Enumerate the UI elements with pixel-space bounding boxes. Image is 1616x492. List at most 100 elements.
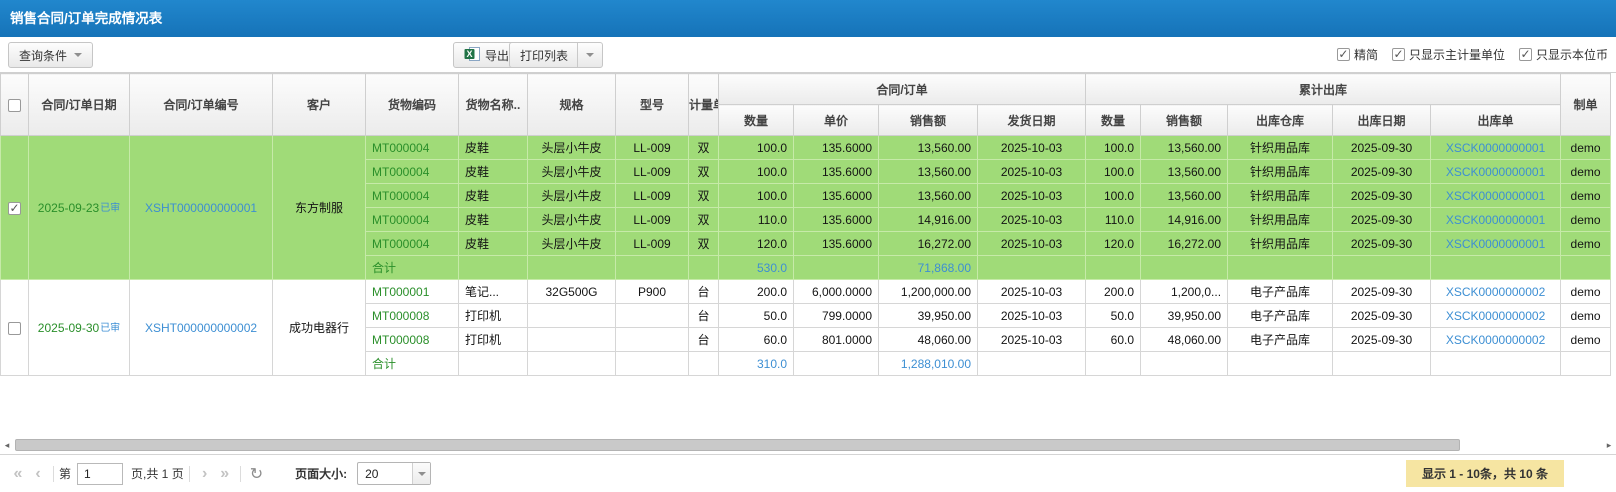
toolbar: 查询条件 X 导出 打印列表 ✓ 精简 ✓ 只显示主计量单位 ✓ 只显示本位币 [0, 37, 1616, 72]
cell-out-order[interactable]: XSCK0000000001 [1431, 184, 1561, 208]
cell-warehouse: 针织用品库 [1228, 160, 1333, 184]
page-title: 销售合同/订单完成情况表 [10, 11, 162, 26]
query-conditions-label: 查询条件 [19, 47, 67, 64]
cell-ship-date: 2025-10-03 [978, 184, 1086, 208]
grid-row: ✓2025-09-23已审XSHT000000000001东方制服MT00000… [1, 136, 1611, 160]
col-header-qty[interactable]: 数量 [719, 105, 794, 136]
cell-ship-date [978, 352, 1086, 376]
display-options: ✓ 精简 ✓ 只显示主计量单位 ✓ 只显示本位币 [1337, 37, 1608, 72]
subtotal-amount: 71,868.00 [879, 256, 978, 280]
cell-model [616, 256, 689, 280]
col-header-order-date[interactable]: 合同/订单日期 [29, 74, 130, 136]
row-checkbox[interactable]: ✓ [8, 202, 21, 215]
base-currency-checkbox[interactable]: ✓ [1519, 48, 1532, 61]
order-date: 2025-09-23 [38, 201, 99, 215]
cell-out-order[interactable]: XSCK0000000001 [1431, 232, 1561, 256]
page-prefix-label: 第 [59, 465, 71, 482]
cell-out-order[interactable]: XSCK0000000001 [1431, 208, 1561, 232]
row-checkbox[interactable] [8, 322, 21, 335]
cell-out-amount: 39,950.00 [1141, 304, 1228, 328]
cell-spec: 头层小牛皮 [528, 160, 616, 184]
scroll-right-icon[interactable]: ▸ [1602, 439, 1616, 452]
col-header-warehouse[interactable]: 出库仓库 [1228, 105, 1333, 136]
col-header-out-date[interactable]: 出库日期 [1333, 105, 1431, 136]
excel-icon: X [464, 46, 485, 65]
cell-out-order[interactable]: XSCK0000000002 [1431, 328, 1561, 352]
col-header-ship-date[interactable]: 发货日期 [978, 105, 1086, 136]
last-page-button[interactable]: » [215, 465, 235, 483]
cell-maker: demo [1561, 304, 1611, 328]
cell-out-date [1333, 256, 1431, 280]
cell-out-order[interactable]: XSCK0000000002 [1431, 304, 1561, 328]
cell-price [794, 352, 879, 376]
refresh-icon[interactable]: ↻ [250, 464, 263, 484]
page-size-select[interactable]: 20 [357, 462, 431, 485]
cell-amount: 13,560.00 [879, 136, 978, 160]
scrollbar-thumb[interactable] [15, 439, 1460, 451]
horizontal-scrollbar[interactable]: ◂ ▸ [0, 437, 1616, 454]
cell-out-qty: 100.0 [1086, 136, 1141, 160]
cell-out-order [1431, 352, 1561, 376]
option-compact[interactable]: ✓ 精简 [1337, 46, 1378, 63]
col-header-out-amount[interactable]: 销售额 [1141, 105, 1228, 136]
col-header-price[interactable]: 单价 [794, 105, 879, 136]
cell-out-order [1431, 256, 1561, 280]
cell-unit: 双 [689, 136, 719, 160]
page-number-input[interactable] [77, 463, 123, 485]
cell-spec: 头层小牛皮 [528, 136, 616, 160]
col-header-spec[interactable]: 规格 [528, 74, 616, 136]
order-no-link[interactable]: XSHT000000000002 [130, 280, 273, 376]
grid-row: 2025-09-30已审XSHT000000000002成功电器行MT00000… [1, 280, 1611, 304]
main-unit-label: 只显示主计量单位 [1409, 46, 1505, 63]
cell-out-date: 2025-09-30 [1333, 208, 1431, 232]
cell-model: P900 [616, 280, 689, 304]
combo-arrow-box[interactable] [412, 463, 430, 484]
option-main-unit[interactable]: ✓ 只显示主计量单位 [1392, 46, 1505, 63]
cell-out-qty: 100.0 [1086, 184, 1141, 208]
cell-out-qty: 120.0 [1086, 232, 1141, 256]
order-no-link[interactable]: XSHT000000000001 [130, 136, 273, 280]
cell-warehouse: 电子产品库 [1228, 280, 1333, 304]
print-list-label: 打印列表 [520, 47, 568, 64]
col-header-goods-name[interactable]: 货物名称.. [459, 74, 528, 136]
cell-out-qty: 60.0 [1086, 328, 1141, 352]
col-header-amount[interactable]: 销售额 [879, 105, 978, 136]
col-header-goods-code[interactable]: 货物编码 [366, 74, 459, 136]
compact-checkbox[interactable]: ✓ [1337, 48, 1350, 61]
chevron-down-icon [418, 472, 426, 476]
scroll-left-icon[interactable]: ◂ [0, 439, 14, 452]
order-date-cell: 2025-09-23已审 [29, 136, 130, 280]
main-unit-checkbox[interactable]: ✓ [1392, 48, 1405, 61]
cell-out-qty: 50.0 [1086, 304, 1141, 328]
print-list-button[interactable]: 打印列表 [509, 42, 603, 68]
order-date-cell: 2025-09-30已审 [29, 280, 130, 376]
cell-out-date: 2025-09-30 [1333, 136, 1431, 160]
prev-page-button[interactable]: ‹ [28, 465, 48, 483]
cell-maker: demo [1561, 184, 1611, 208]
cell-ship-date: 2025-10-03 [978, 160, 1086, 184]
col-header-out-qty[interactable]: 数量 [1086, 105, 1141, 136]
cell-goods-code: MT000004 [366, 184, 459, 208]
cell-out-order[interactable]: XSCK0000000001 [1431, 160, 1561, 184]
col-header-out-order[interactable]: 出库单 [1431, 105, 1561, 136]
col-header-order-no[interactable]: 合同/订单编号 [130, 74, 273, 136]
query-conditions-button[interactable]: 查询条件 [8, 42, 93, 68]
select-all-checkbox[interactable] [8, 99, 21, 112]
col-header-model[interactable]: 型号 [616, 74, 689, 136]
next-page-button[interactable]: › [195, 465, 215, 483]
first-page-button[interactable]: « [8, 465, 28, 483]
cell-goods-name [459, 352, 528, 376]
cell-amount: 13,560.00 [879, 160, 978, 184]
grid-header: 合同/订单日期 合同/订单编号 客户 货物编码 货物名称.. 规格 型号 计量单… [1, 74, 1611, 136]
subtotal-amount: 1,288,010.00 [879, 352, 978, 376]
cell-ship-date [978, 256, 1086, 280]
cell-amount: 14,916.00 [879, 208, 978, 232]
cell-out-amount: 16,272.00 [1141, 232, 1228, 256]
cell-out-order[interactable]: XSCK0000000001 [1431, 136, 1561, 160]
option-base-currency[interactable]: ✓ 只显示本位币 [1519, 46, 1608, 63]
cell-spec [528, 352, 616, 376]
col-header-customer[interactable]: 客户 [273, 74, 366, 136]
col-header-unit[interactable]: 计量单位 [689, 74, 719, 136]
cell-out-order[interactable]: XSCK0000000002 [1431, 280, 1561, 304]
col-header-maker[interactable]: 制单 [1561, 74, 1611, 136]
